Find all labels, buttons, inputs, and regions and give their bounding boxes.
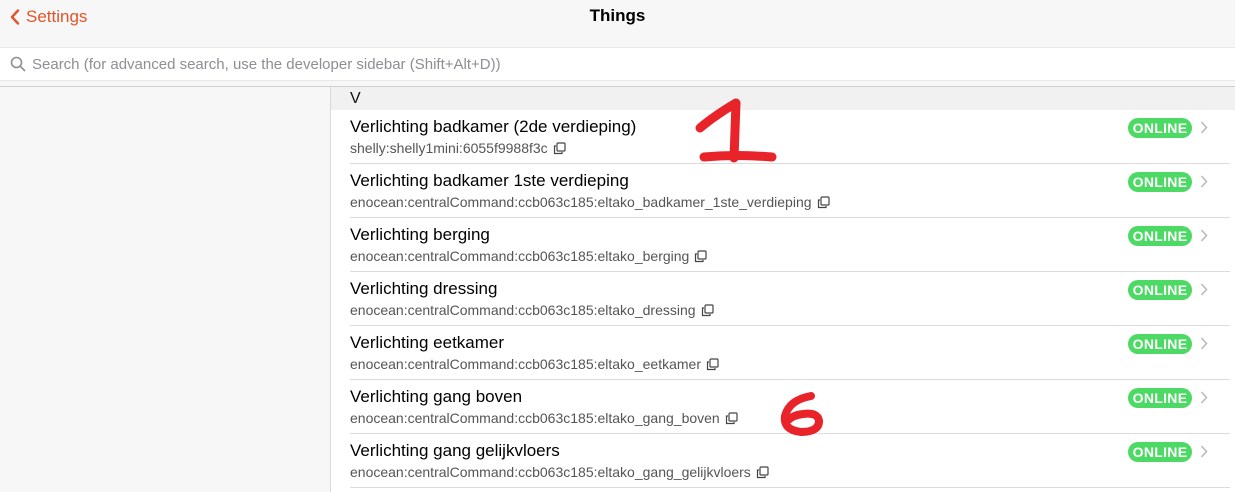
status-badge: ONLINE [1128,388,1192,408]
copy-icon[interactable] [706,357,719,371]
list-item[interactable]: Verlichting gang gelijkvloers enocean:ce… [331,434,1235,488]
chevron-right-icon [1200,175,1208,188]
thing-name: Verlichting dressing [350,279,498,298]
things-list: Verlichting badkamer (2de verdieping) sh… [331,110,1235,488]
list-item[interactable]: Verlichting eetkamer enocean:centralComm… [331,326,1235,380]
status-badge: ONLINE [1128,226,1192,246]
chevron-right-icon [1200,337,1208,350]
chevron-right-icon [1200,391,1208,404]
list-item[interactable]: Verlichting gang boven enocean:centralCo… [331,380,1235,434]
status-badge: ONLINE [1128,334,1192,354]
thing-uid-line: enocean:centralCommand:ccb063c185:eltako… [350,356,719,372]
thing-uid-line: shelly:shelly1mini:6055f9988f3c [350,140,566,156]
chevron-right-icon [1200,445,1208,458]
thing-uid-line: enocean:centralCommand:ccb063c185:eltako… [350,248,707,264]
thing-uid: enocean:centralCommand:ccb063c185:eltako… [350,410,720,426]
search-bar [0,47,1235,81]
list-item[interactable]: Verlichting berging enocean:centralComma… [331,218,1235,272]
thing-name: Verlichting badkamer 1ste verdieping [350,171,629,190]
things-list-panel: V Verlichting badkamer (2de verdieping) … [330,87,1235,492]
search-input[interactable] [30,48,1222,80]
thing-uid: shelly:shelly1mini:6055f9988f3c [350,140,548,156]
status-badge: ONLINE [1128,118,1192,138]
thing-uid: enocean:centralCommand:ccb063c185:eltako… [350,302,696,318]
thing-name: Verlichting gang gelijkvloers [350,441,560,460]
copy-icon[interactable] [725,411,738,425]
thing-uid-line: enocean:centralCommand:ccb063c185:eltako… [350,302,714,318]
thing-uid: enocean:centralCommand:ccb063c185:eltako… [350,248,690,264]
thing-uid: enocean:centralCommand:ccb063c185:eltako… [350,356,701,372]
thing-uid-line: enocean:centralCommand:ccb063c185:eltako… [350,464,769,480]
status-badge: ONLINE [1128,442,1192,462]
section-letter: V [350,90,361,107]
search-icon [10,56,26,72]
copy-icon[interactable] [701,303,714,317]
copy-icon[interactable] [694,249,707,263]
copy-icon[interactable] [756,465,769,479]
thing-name: Verlichting berging [350,225,490,244]
thing-uid-line: enocean:centralCommand:ccb063c185:eltako… [350,194,830,210]
thing-name: Verlichting gang boven [350,387,523,406]
copy-icon[interactable] [553,141,566,155]
thing-uid: enocean:centralCommand:ccb063c185:eltako… [350,194,812,210]
chevron-right-icon [1200,283,1208,296]
status-badge: ONLINE [1128,280,1192,300]
section-header: V [331,87,1235,110]
thing-name: Verlichting eetkamer [350,333,505,352]
copy-icon[interactable] [817,195,830,209]
thing-uid: enocean:centralCommand:ccb063c185:eltako… [350,464,751,480]
status-badge: ONLINE [1128,172,1192,192]
list-item[interactable]: Verlichting badkamer (2de verdieping) sh… [331,110,1235,164]
list-item[interactable]: Verlichting badkamer 1ste verdieping eno… [331,164,1235,218]
chevron-right-icon [1200,229,1208,242]
page-title: Things [589,6,646,25]
list-item[interactable]: Verlichting dressing enocean:centralComm… [331,272,1235,326]
thing-uid-line: enocean:centralCommand:ccb063c185:eltako… [350,410,738,426]
thing-name: Verlichting badkamer (2de verdieping) [350,117,637,136]
navbar: Settings Things [0,0,1235,36]
chevron-right-icon [1200,121,1208,134]
